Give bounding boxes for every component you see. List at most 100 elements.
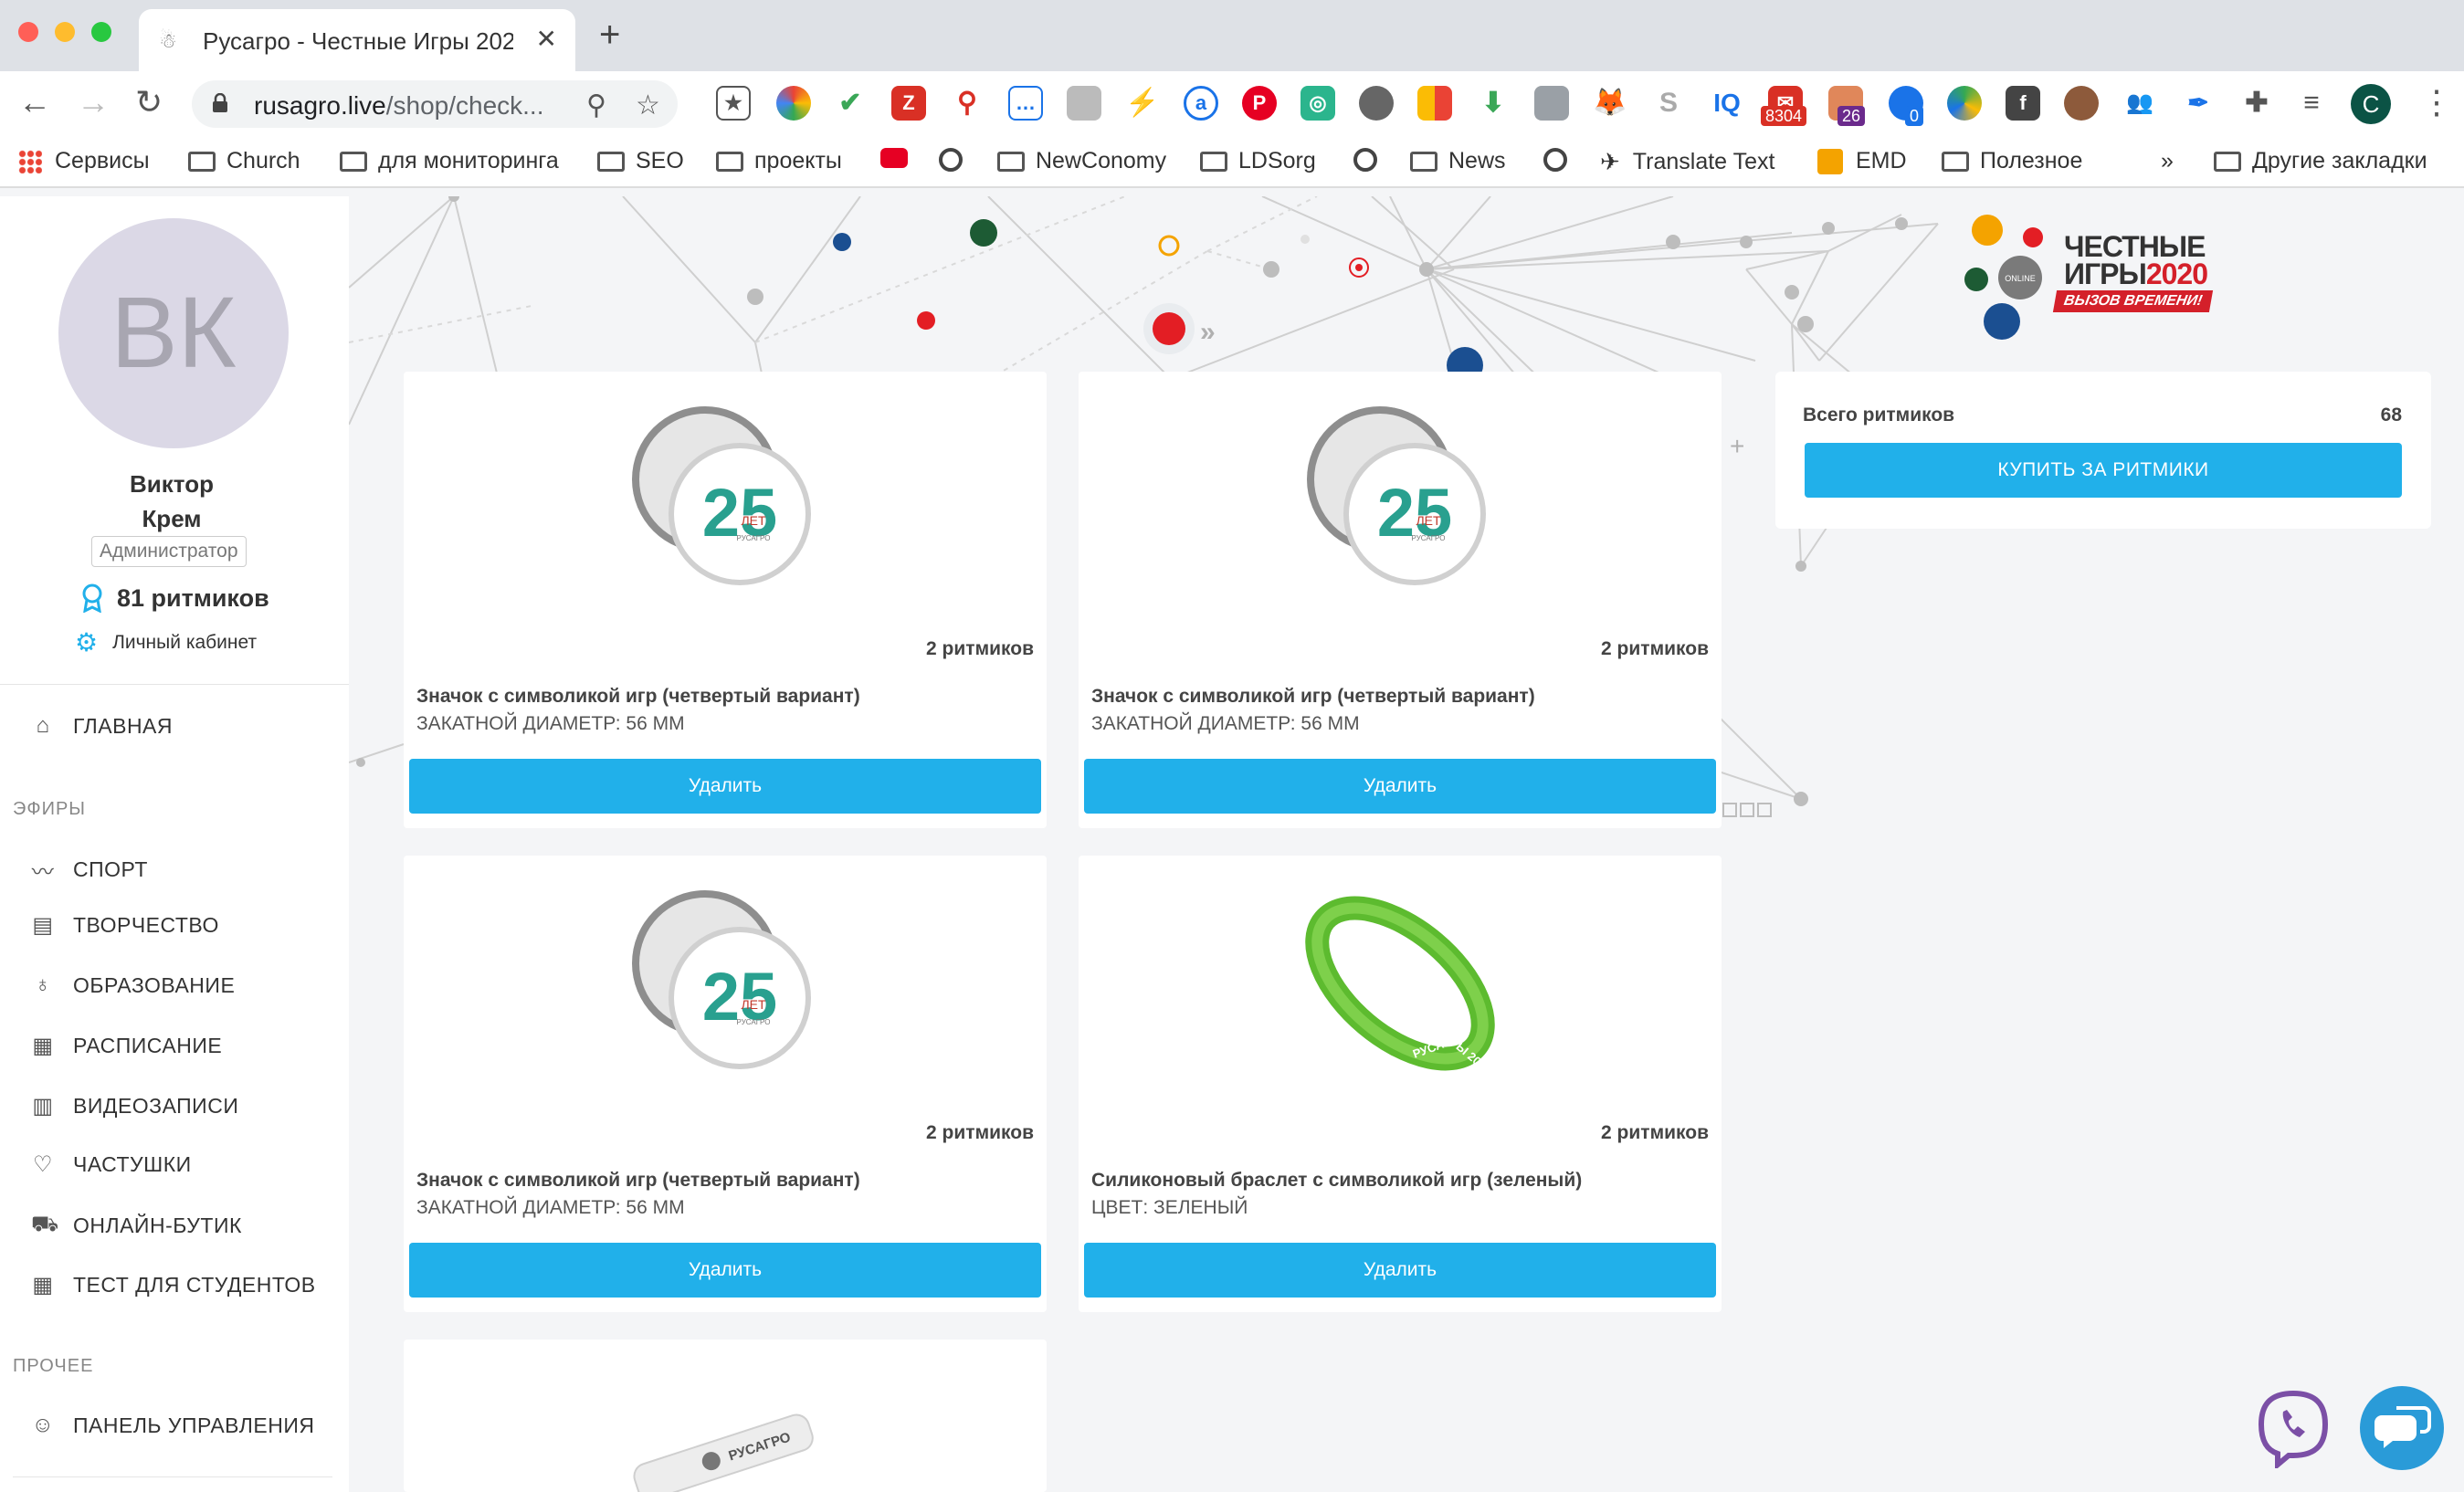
logo-line2: ИГРЫ2020 bbox=[2064, 257, 2208, 290]
delete-button[interactable]: Удалить bbox=[409, 1243, 1041, 1298]
viber-icon[interactable] bbox=[2256, 1388, 2331, 1468]
tab-title: Русагро - Честные Игры 2020 bbox=[203, 27, 513, 55]
product-price: 2 ритмиков bbox=[926, 1122, 1034, 1143]
menu-item-boutique[interactable]: ⛟ ОНЛАЙН-БУТИК bbox=[31, 1212, 242, 1239]
bookmark-church[interactable]: Church bbox=[188, 148, 300, 174]
bookmark-newconomy[interactable]: NewConomy bbox=[997, 148, 1166, 174]
browser-menu-icon[interactable]: ⋮ bbox=[2420, 86, 2453, 119]
cart-icon: ⛟ bbox=[31, 1212, 59, 1236]
metamask-icon[interactable]: 🦊 bbox=[1593, 86, 1627, 121]
address-bar[interactable]: rusagro.live/shop/check... ⚲ ☆ bbox=[192, 80, 678, 128]
badge-years: ЛЕТ bbox=[741, 513, 766, 528]
extensions-puzzle-icon[interactable]: ✚ bbox=[2239, 86, 2274, 121]
folder-icon bbox=[716, 151, 743, 172]
menu-item-schedule[interactable]: ▦ РАСПИСАНИЕ bbox=[31, 1033, 222, 1059]
extension-round-icon[interactable] bbox=[1947, 86, 1982, 121]
globe-icon bbox=[1353, 148, 1377, 172]
menu-item-chastushki[interactable]: ♡ ЧАСТУШКИ bbox=[31, 1151, 192, 1178]
product-card: ЧЕСТНЫЕ ИГРЫ 2020 РУСАГРО РУСАГРО 2 ритм… bbox=[1079, 856, 1722, 1312]
bookmark-star-icon[interactable]: ☆ bbox=[636, 89, 660, 121]
bookmark-other[interactable]: Другие закладки bbox=[2214, 148, 2427, 174]
extension-circle-icon[interactable] bbox=[1359, 86, 1394, 121]
forward-arrow-icon[interactable]: → bbox=[77, 86, 110, 119]
bookmark-useful[interactable]: Полезное bbox=[1942, 148, 2082, 174]
bookmark-globe-3[interactable] bbox=[1543, 148, 1567, 172]
close-tab-icon[interactable]: ✕ bbox=[536, 24, 557, 54]
menu-item-home[interactable]: ⌂ ГЛАВНАЯ bbox=[31, 713, 173, 739]
extension-people-icon[interactable]: 👥 bbox=[2122, 86, 2157, 121]
menu-item-education[interactable]: ♁ ОБРАЗОВАНИЕ bbox=[31, 972, 235, 998]
bookmark-globe-1[interactable] bbox=[939, 148, 963, 172]
menu-item-videos[interactable]: ▥ ВИДЕОЗАПИСИ bbox=[31, 1093, 238, 1119]
calendar-icon: ▦ bbox=[32, 1273, 54, 1298]
extension-pin-icon[interactable]: ⚲ bbox=[950, 86, 985, 121]
bookmark-services[interactable]: Сервисы bbox=[18, 148, 150, 174]
extension-photo-icon[interactable] bbox=[1534, 86, 1569, 121]
extension-gray-icon[interactable] bbox=[1067, 86, 1101, 121]
bookmark-ldsorg[interactable]: LDSorg bbox=[1200, 148, 1316, 174]
extension-chat-icon[interactable]: … bbox=[1008, 86, 1043, 121]
bracelet-image: ЧЕСТНЫЕ ИГРЫ 2020 РУСАГРО РУСАГРО bbox=[1305, 896, 1495, 1077]
extension-feather-icon[interactable]: ✒ bbox=[2181, 86, 2216, 121]
menu-item-creativity[interactable]: ▤ ТВОРЧЕСТВО bbox=[31, 912, 219, 939]
extension-flag-icon[interactable] bbox=[1417, 86, 1452, 121]
extension-iq-icon[interactable]: IQ bbox=[1710, 86, 1744, 121]
extension-z-icon[interactable]: Z bbox=[891, 86, 926, 121]
user-role-badge: Администратор bbox=[91, 536, 247, 567]
delete-button[interactable]: Удалить bbox=[1084, 1243, 1716, 1298]
minimize-window-button[interactable] bbox=[55, 22, 75, 42]
product-card: 25 ЛЕТ РУСАГРО 2 ритмиков Значок с симво… bbox=[1079, 372, 1722, 828]
bookmark-seo[interactable]: SEO bbox=[597, 148, 684, 174]
extension-check-icon[interactable]: ✔ bbox=[833, 86, 868, 121]
new-tab-icon[interactable]: + bbox=[599, 16, 620, 53]
chat-button[interactable] bbox=[2360, 1386, 2444, 1470]
emd-icon bbox=[1817, 148, 1843, 174]
folder-icon bbox=[188, 151, 216, 172]
bookmark-youtube[interactable] bbox=[880, 148, 908, 168]
extension-download-icon[interactable]: ⬇ bbox=[1476, 86, 1511, 121]
bookmark-projects[interactable]: проекты bbox=[716, 148, 842, 174]
buy-with-rhythms-button[interactable]: КУПИТЬ ЗА РИТМИКИ bbox=[1805, 443, 2402, 498]
film-icon: ▥ bbox=[32, 1094, 54, 1119]
search-icon[interactable]: ⚲ bbox=[586, 89, 606, 121]
personal-account-link[interactable]: ⚙ Личный кабинет bbox=[75, 627, 257, 657]
award-icon bbox=[82, 583, 102, 613]
user-avatar: ВК bbox=[58, 218, 289, 448]
extension-a-icon[interactable]: a bbox=[1184, 86, 1218, 121]
menu-item-student-test[interactable]: ▦ ТЕСТ ДЛЯ СТУДЕНТОВ bbox=[31, 1272, 316, 1298]
close-window-button[interactable] bbox=[18, 22, 38, 42]
facebook-icon[interactable]: f bbox=[2006, 86, 2040, 121]
media-queue-icon[interactable]: ≡ bbox=[2294, 86, 2329, 121]
profile-avatar[interactable]: C bbox=[2351, 84, 2391, 124]
extension-bolt-icon[interactable]: ⚡ bbox=[1125, 86, 1160, 121]
bookmark-monitoring[interactable]: для мониторинга bbox=[340, 148, 559, 174]
svg-text:+: + bbox=[1730, 432, 1744, 460]
extension-green-icon[interactable]: ◎ bbox=[1300, 86, 1335, 121]
menu-item-sport[interactable]: 〰 СПОРТ bbox=[31, 854, 148, 886]
extension-color-icon[interactable] bbox=[776, 86, 811, 121]
extension-s-icon[interactable]: S bbox=[1651, 86, 1686, 121]
back-arrow-icon[interactable]: ← bbox=[18, 86, 51, 119]
menu-item-control-panel[interactable]: ☺ ПАНЕЛЬ УПРАВЛЕНИЯ bbox=[31, 1413, 314, 1438]
sidebar-divider bbox=[0, 684, 349, 685]
lock-icon bbox=[213, 93, 227, 112]
reload-icon[interactable]: ↻ bbox=[135, 86, 163, 119]
bookmark-emd[interactable]: EMD bbox=[1817, 148, 1907, 174]
pinterest-icon[interactable]: P bbox=[1242, 86, 1277, 121]
logo-tagline: ВЫЗОВ ВРЕМЕНИ! bbox=[2052, 290, 2214, 312]
bookmarks-overflow-button[interactable]: » bbox=[2161, 148, 2174, 174]
cookie-icon[interactable] bbox=[2064, 86, 2099, 121]
folder-icon bbox=[1200, 151, 1227, 172]
calendar-icon: ▦ bbox=[32, 1034, 54, 1058]
extension-count-badge: 26 bbox=[1837, 106, 1866, 126]
browser-tab-active[interactable]: ☃ Русагро - Честные Игры 2020 ✕ bbox=[139, 9, 575, 71]
maximize-window-button[interactable] bbox=[91, 22, 111, 42]
bookmark-news[interactable]: News bbox=[1410, 148, 1506, 174]
bookmark-globe-2[interactable] bbox=[1353, 148, 1377, 172]
folder-icon bbox=[340, 151, 367, 172]
delete-button[interactable]: Удалить bbox=[1084, 759, 1716, 814]
bookmark-translate[interactable]: ✈ Translate Text bbox=[1600, 148, 1774, 176]
delete-button[interactable]: Удалить bbox=[409, 759, 1041, 814]
extension-icon[interactable]: ★ bbox=[716, 86, 751, 121]
user-name: Виктор Крем bbox=[130, 470, 214, 532]
